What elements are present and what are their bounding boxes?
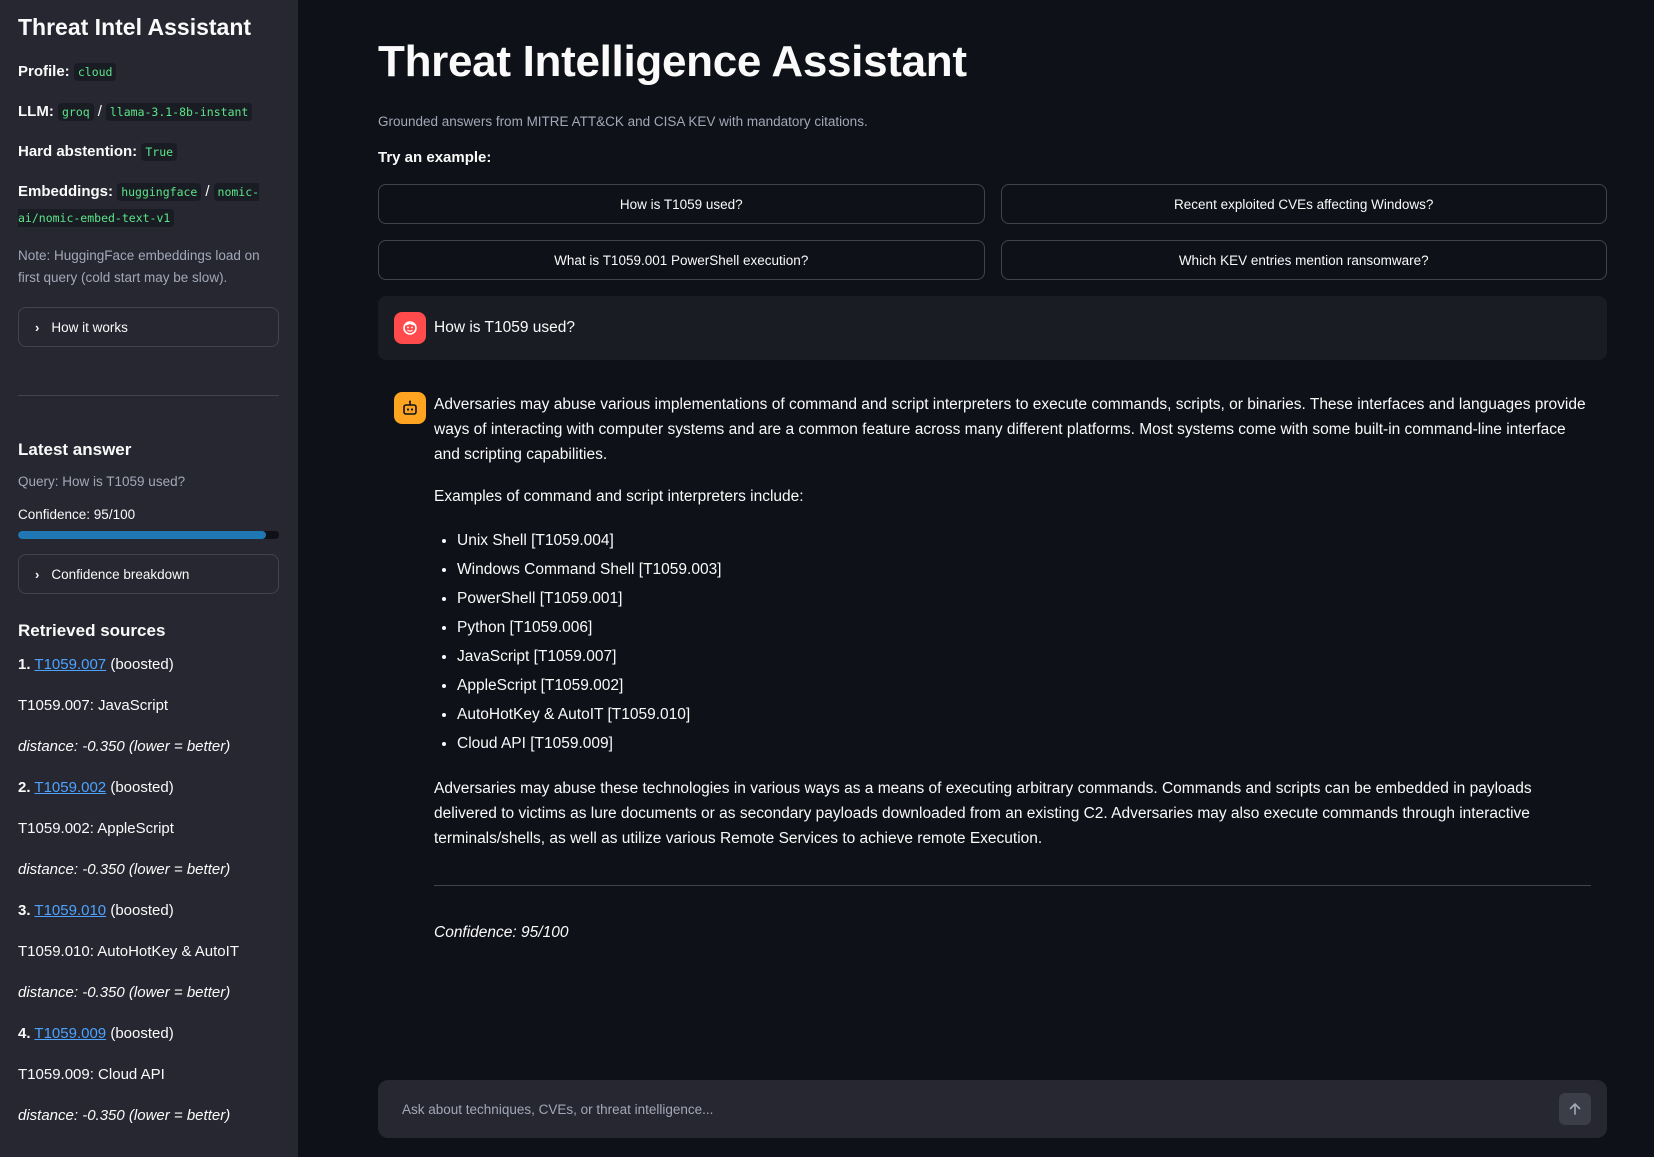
interpreter-list: Unix Shell [T1059.004] Windows Command S… [457,526,1591,758]
abstention-label: Hard abstention: [18,143,138,160]
example-button[interactable]: How is T1059 used? [378,184,985,224]
arrow-up-icon [1569,1103,1581,1115]
list-item: Cloud API [T1059.009] [457,729,1591,758]
user-message: How is T1059 used? [378,296,1607,360]
sidebar: Threat Intel Assistant Profile: cloud LL… [0,0,298,1157]
slash-separator: / [97,103,102,120]
source-number: 1. [18,656,31,673]
source-link[interactable]: T1059.002 [34,779,106,796]
try-example-label: Try an example: [378,149,492,166]
abstention-row: Hard abstention: True [18,139,279,165]
source-number: 3. [18,902,31,919]
confidence-progress-fill [18,531,266,539]
llm-model: llama-3.1-8b-instant [105,103,253,121]
profile-row: Profile: cloud [18,59,279,85]
source-header: 4. T1059.009 (boosted) [18,1024,279,1044]
answer-confidence: Confidence: 95/100 [434,924,569,941]
llm-provider: groq [58,103,94,121]
llm-label: LLM: [18,103,54,120]
source-header: 1. T1059.007 (boosted) [18,655,279,675]
sources-list: 1. T1059.007 (boosted) T1059.007: JavaScr… [18,655,279,1126]
example-buttons: How is T1059 used? Recent exploited CVEs… [378,184,1607,280]
source-distance: distance: -0.350 (lower = better) [18,738,231,755]
latest-answer-heading: Latest answer [18,440,132,459]
list-item: AutoHotKey & AutoIT [T1059.010] [457,700,1591,729]
list-item: Windows Command Shell [T1059.003] [457,555,1591,584]
embeddings-row: Embeddings: huggingface / nomic-ai/nomic-e… [18,179,279,231]
list-item: Python [T1059.006] [457,613,1591,642]
source-title: T1059.007: JavaScript [18,697,169,714]
source-tag: (boosted) [110,779,174,796]
cold-start-note: Note: HuggingFace embeddings load on fir… [18,248,260,285]
chat-input-placeholder[interactable]: Ask about techniques, CVEs, or threat in… [402,1102,1559,1117]
profile-label: Profile: [18,63,70,80]
chevron-right-icon: › [35,319,40,335]
assistant-message-body: Adversaries may abuse various implementa… [434,392,1591,945]
app-root: Threat Intel Assistant Profile: cloud LL… [0,0,1654,1157]
embeddings-provider: huggingface [117,183,202,201]
confidence-breakdown-expander[interactable]: › Confidence breakdown [18,554,279,594]
source-tag: (boosted) [110,1025,174,1042]
source-link[interactable]: T1059.009 [34,1025,106,1042]
example-button[interactable]: Recent exploited CVEs affecting Windows? [1000,184,1607,224]
source-header: 3. T1059.010 (boosted) [18,901,279,921]
user-avatar-icon [394,312,426,344]
source-number: 2. [18,779,31,796]
source-tag: (boosted) [110,656,174,673]
list-item: AppleScript [T1059.002] [457,671,1591,700]
latest-query: Query: How is T1059 used? [18,474,186,489]
source-link[interactable]: T1059.010 [34,902,106,919]
embeddings-label: Embeddings: [18,183,114,200]
user-message-text: How is T1059 used? [434,319,576,336]
confidence-progress-bar [18,531,279,539]
example-button[interactable]: What is T1059.001 PowerShell execution? [378,240,985,280]
profile-value: cloud [73,63,117,81]
sidebar-divider [18,395,279,396]
source-number: 4. [18,1025,31,1042]
answer-paragraph: Adversaries may abuse these technologies… [434,780,1532,847]
source-title: T1059.010: AutoHotKey & AutoIT [18,943,239,960]
slash-separator: / [205,183,210,200]
page-title: Threat Intelligence Assistant [378,37,967,86]
list-item: JavaScript [T1059.007] [457,642,1591,671]
source-header: 2. T1059.002 (boosted) [18,778,279,798]
chevron-right-icon: › [35,566,40,582]
main-content: Threat Intelligence Assistant Grounded a… [298,0,1654,1157]
example-button[interactable]: Which KEV entries mention ransomware? [1000,240,1607,280]
retrieved-sources-heading: Retrieved sources [18,621,166,640]
source-distance: distance: -0.350 (lower = better) [18,861,231,878]
answer-divider [434,885,1591,886]
source-distance: distance: -0.350 (lower = better) [18,1107,231,1124]
confidence-breakdown-label: Confidence breakdown [51,566,190,582]
source-link[interactable]: T1059.007 [34,656,106,673]
answer-paragraph: Adversaries may abuse various implementa… [434,396,1586,463]
page-caption: Grounded answers from MITRE ATT&CK and C… [378,114,868,129]
llm-row: LLM: groq / llama-3.1-8b-instant [18,99,279,125]
source-title: T1059.002: AppleScript [18,820,174,837]
list-item: PowerShell [T1059.001] [457,584,1591,613]
source-tag: (boosted) [110,902,174,919]
abstention-value: True [141,143,178,161]
how-it-works-expander[interactable]: › How it works [18,307,279,347]
how-it-works-label: How it works [51,319,128,335]
chat-input[interactable]: Ask about techniques, CVEs, or threat in… [378,1080,1607,1138]
source-title: T1059.009: Cloud API [18,1066,165,1083]
bot-avatar-icon [394,392,426,424]
list-item: Unix Shell [T1059.004] [457,526,1591,555]
send-button[interactable] [1559,1093,1591,1125]
sidebar-title: Threat Intel Assistant [18,14,252,40]
answer-paragraph: Examples of command and script interpret… [434,488,804,505]
confidence-label: Confidence: 95/100 [18,507,136,522]
assistant-message: Adversaries may abuse various implementa… [378,392,1607,945]
source-distance: distance: -0.350 (lower = better) [18,984,231,1001]
